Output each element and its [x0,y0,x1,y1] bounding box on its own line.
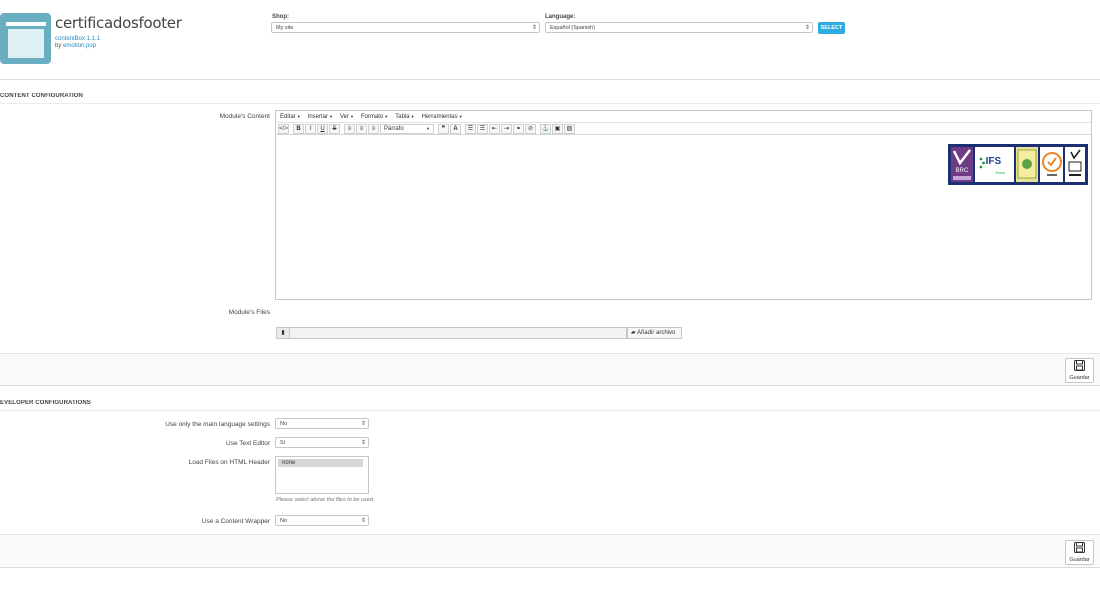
developer-config-heading: EVELOPER CONFIGURATIONS [0,400,91,406]
module-logo [0,13,51,64]
bullet-list-icon[interactable]: ☰ [465,123,476,134]
brc-logo: BRC [951,147,973,182]
content-wrapper-label: Use a Content Wrapper [201,518,270,525]
text-color-icon[interactable]: A [450,123,461,134]
menu-formato[interactable]: Formato▼ [361,114,388,120]
underline-icon[interactable]: U [317,123,328,134]
divider [0,103,1100,104]
select-arrows-icon: ⇕ [531,25,537,31]
anchor-icon[interactable]: ⚓ [540,123,551,134]
folder-icon: ▰ [631,330,636,336]
main-language-select[interactable]: No ⇕ [275,418,369,429]
floppy-disk-icon [1066,360,1093,375]
certifications-image: BRC IFS Food [948,144,1088,185]
load-files-help: Please select above the files to be used… [276,497,375,503]
numbered-list-icon[interactable]: ☰ [477,123,488,134]
select-button[interactable]: SELECT [818,22,845,34]
shop-select[interactable]: My site ⇕ [271,22,540,33]
select-arrows-icon: ⇕ [360,421,366,427]
save-button[interactable]: Guardar [1065,540,1094,565]
iso-logo [1039,147,1064,182]
bold-icon[interactable]: B [293,123,304,134]
save-button[interactable]: Guardar [1065,358,1094,383]
select-arrows-icon: ⇕ [360,440,366,446]
module-files-label: Module's Files [228,309,270,316]
enac-logo [1065,147,1085,182]
image-icon[interactable]: ▨ [564,123,575,134]
file-icon: ▮ [276,327,290,339]
editor-menubar: Editar▼ Insertar▼ Ver▼ Formato▼ Tabla▼ H… [276,111,1091,123]
language-select[interactable]: Español (Spanish) ⇕ [545,22,813,33]
outdent-icon[interactable]: ⇤ [489,123,500,134]
menu-insertar[interactable]: Insertar▼ [308,114,333,120]
menu-editar[interactable]: Editar▼ [280,114,301,120]
select-arrows-icon: ⇕ [804,25,810,31]
module-version: contentBox 1.1.1 [55,36,101,42]
media-icon[interactable]: ▣ [552,123,563,134]
developer-config-footer: Guardar [0,534,1100,568]
divider [0,79,1100,80]
load-files-listbox[interactable]: none [275,456,369,494]
menu-ver[interactable]: Ver▼ [340,114,354,120]
floppy-disk-icon [1066,542,1093,557]
italic-icon[interactable]: I [305,123,316,134]
content-config-heading: CONTENT CONFIGURATION [0,93,83,99]
paragraph-format-select[interactable]: Párrafo ▼ [380,123,434,134]
divider [0,410,1100,411]
file-name-input[interactable] [290,327,627,339]
rich-text-editor[interactable]: Editar▼ Insertar▼ Ver▼ Formato▼ Tabla▼ H… [275,110,1092,300]
link-icon[interactable]: ⚭ [513,123,524,134]
unlink-icon[interactable]: ⊘ [525,123,536,134]
main-language-label: Use only the main language settings [165,421,270,428]
shop-label: Shop: [272,14,289,20]
eco-label-logo [1016,147,1038,182]
select-arrows-icon: ⇕ [360,518,366,524]
module-content-label: Module's Content [219,113,270,120]
language-label: Language: [545,14,576,20]
text-editor-select[interactable]: Sí ⇕ [275,437,369,448]
menu-herramientas[interactable]: Herramientas▼ [422,114,463,120]
text-editor-label: Use Text Editor [226,440,270,447]
align-right-icon[interactable]: ≡ [368,123,379,134]
content-wrapper-select[interactable]: No ⇕ [275,515,369,526]
editor-toolbar: </> B I U S ≡ ≡ ≡ Párrafo ▼ ❞ A ☰ ☰ ⇤ ⇥ ⚭… [276,123,1091,135]
strikethrough-icon[interactable]: S [329,123,340,134]
load-files-label: Load Files on HTML Header [188,459,270,466]
align-center-icon[interactable]: ≡ [356,123,367,134]
module-author: by emotion.pop [55,43,97,49]
indent-icon[interactable]: ⇥ [501,123,512,134]
svg-text:BRC: BRC [956,168,969,174]
add-file-button[interactable]: ▰ Añadir archivo [627,327,682,339]
menu-tabla[interactable]: Tabla▼ [395,114,414,120]
source-code-icon[interactable]: </> [278,123,289,134]
align-left-icon[interactable]: ≡ [344,123,355,134]
content-config-footer: Guardar [0,353,1100,386]
load-files-option[interactable]: none [278,459,363,467]
author-link[interactable]: emotion.pop [63,43,96,49]
ifs-food-logo: IFS Food [974,147,1015,182]
module-title: certificadosfooter [55,14,182,32]
blockquote-icon[interactable]: ❞ [438,123,449,134]
